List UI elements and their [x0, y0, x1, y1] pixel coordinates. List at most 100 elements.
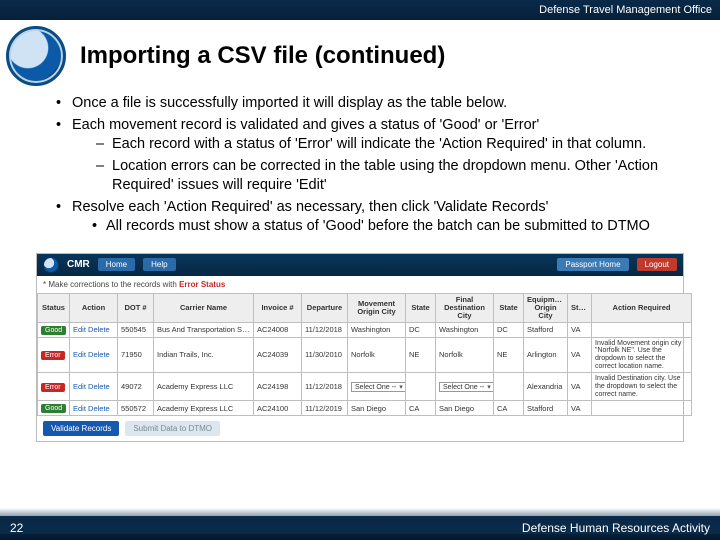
- cell-moc: Norfolk: [348, 337, 406, 373]
- footer-org: Defense Human Resources Activity: [522, 521, 710, 535]
- status-badge: Good: [41, 404, 66, 413]
- cell-action: Edit Delete: [70, 373, 118, 401]
- cell-dot: 550572: [118, 401, 154, 416]
- cell-status: Error: [38, 373, 70, 401]
- bullet-content: Once a file is successfully imported it …: [0, 94, 720, 247]
- cell-action: Edit Delete: [70, 401, 118, 416]
- cell-carrier: Academy Express LLC: [154, 373, 254, 401]
- col-carrier: Carrier Name: [154, 293, 254, 322]
- cell-invoice: AC24100: [254, 401, 302, 416]
- tab-home[interactable]: Home: [98, 258, 135, 271]
- cell-status: Good: [38, 401, 70, 416]
- org-name: Defense Travel Management Office: [539, 4, 712, 16]
- footer-bar: 22 Defense Human Resources Activity: [0, 516, 720, 540]
- bullet-sub-sub-item: All records must show a status of 'Good'…: [92, 217, 684, 237]
- embedded-screenshot: CMR Home Help Passport Home Logout * Mak…: [36, 253, 684, 442]
- delete-link[interactable]: Delete: [88, 382, 110, 391]
- cell-action: Edit Delete: [70, 337, 118, 373]
- edit-link[interactable]: Edit: [73, 325, 86, 334]
- cell-invoice: AC24198: [254, 373, 302, 401]
- cell-fds: NE: [494, 337, 524, 373]
- cell-action-required: [592, 401, 692, 416]
- submit-to-dtmo-button: Submit Data to DTMO: [125, 421, 220, 436]
- correction-note: * Make corrections to the records with E…: [37, 276, 683, 293]
- title-row: Importing a CSV file (continued): [0, 20, 720, 94]
- records-table: StatusActionDOT #Carrier NameInvoice #De…: [37, 293, 692, 416]
- page-title: Importing a CSV file (continued): [80, 42, 445, 70]
- bullet-sub-item: Location errors can be corrected in the …: [96, 157, 684, 196]
- cell-departure: 11/12/2019: [302, 401, 348, 416]
- cell-fdc: San Diego: [436, 401, 494, 416]
- cell-status: Good: [38, 322, 70, 337]
- table-row: ErrorEdit Delete49072Academy Express LLC…: [38, 373, 692, 401]
- status-badge: Error: [41, 383, 65, 392]
- cell-eoc: Stafford: [524, 401, 568, 416]
- col-eos: State: [568, 293, 592, 322]
- col-status: Status: [38, 293, 70, 322]
- cell-action: Edit Delete: [70, 322, 118, 337]
- bullet-item: Each movement record is validated and gi…: [56, 116, 684, 196]
- cell-invoice: AC24008: [254, 322, 302, 337]
- cell-carrier: Indian Trails, Inc.: [154, 337, 254, 373]
- col-eoc: Equipment Origin City: [524, 293, 568, 322]
- bullet-sub-item: Each record with a status of 'Error' wil…: [96, 135, 684, 155]
- cell-dot: 550545: [118, 322, 154, 337]
- origin-city-select[interactable]: Select One --: [351, 382, 406, 392]
- dod-seal-icon: [6, 26, 66, 86]
- dest-city-select[interactable]: Select One --: [439, 382, 494, 392]
- cell-fdc: Select One --: [436, 373, 494, 401]
- bullet-item: Resolve each 'Action Required' as necess…: [56, 198, 684, 237]
- cell-eos: VA: [568, 373, 592, 401]
- cell-departure: 11/12/2018: [302, 373, 348, 401]
- edit-link[interactable]: Edit: [73, 350, 86, 359]
- cell-invoice: AC24039: [254, 337, 302, 373]
- delete-link[interactable]: Delete: [88, 350, 110, 359]
- cell-moc: Washington: [348, 322, 406, 337]
- col-moc: Movement Origin City: [348, 293, 406, 322]
- dod-seal-icon: [43, 257, 59, 273]
- table-row: GoodEdit Delete550545Bus And Transportat…: [38, 322, 692, 337]
- cell-action-required: [592, 322, 692, 337]
- passport-home-button[interactable]: Passport Home: [557, 258, 628, 271]
- cell-fdc: Norfolk: [436, 337, 494, 373]
- cell-departure: 11/12/2018: [302, 322, 348, 337]
- cell-departure: 11/30/2010: [302, 337, 348, 373]
- app-brand: CMR: [67, 259, 90, 270]
- col-fdc: Final Destination City: [436, 293, 494, 322]
- delete-link[interactable]: Delete: [88, 325, 110, 334]
- col-action: Action: [70, 293, 118, 322]
- edit-link[interactable]: Edit: [73, 404, 86, 413]
- tab-help[interactable]: Help: [143, 258, 175, 271]
- cell-mos: NE: [406, 337, 436, 373]
- delete-link[interactable]: Delete: [88, 404, 110, 413]
- cell-fdc: Washington: [436, 322, 494, 337]
- table-row: ErrorEdit Delete71950Indian Trails, Inc.…: [38, 337, 692, 373]
- cell-fds: [494, 373, 524, 401]
- col-mos: State: [406, 293, 436, 322]
- page-number: 22: [10, 521, 23, 535]
- cell-eos: VA: [568, 322, 592, 337]
- validate-records-button[interactable]: Validate Records: [43, 421, 119, 436]
- cell-carrier: Academy Express LLC: [154, 401, 254, 416]
- col-fds: State: [494, 293, 524, 322]
- edit-link[interactable]: Edit: [73, 382, 86, 391]
- action-buttons: Validate Records Submit Data to DTMO: [37, 416, 683, 441]
- col-inv: Invoice #: [254, 293, 302, 322]
- cell-carrier: Bus And Transportation Services Inc: [154, 322, 254, 337]
- cell-fds: DC: [494, 322, 524, 337]
- logout-button[interactable]: Logout: [637, 258, 677, 271]
- cell-mos: [406, 373, 436, 401]
- col-dot: DOT #: [118, 293, 154, 322]
- app-header: CMR Home Help Passport Home Logout: [37, 254, 683, 276]
- header-bar: Defense Travel Management Office: [0, 0, 720, 20]
- col-dep: Departure: [302, 293, 348, 322]
- cell-mos: DC: [406, 322, 436, 337]
- cell-action-required: Invalid Movement origin city "Norfolk NE…: [592, 337, 692, 373]
- table-row: GoodEdit Delete550572Academy Express LLC…: [38, 401, 692, 416]
- cell-action-required: Invalid Destination city. Use the dropdo…: [592, 373, 692, 401]
- bullet-item: Once a file is successfully imported it …: [56, 94, 684, 114]
- cell-status: Error: [38, 337, 70, 373]
- cell-eos: VA: [568, 401, 592, 416]
- cell-eoc: Arlington: [524, 337, 568, 373]
- cell-eoc: Alexandria: [524, 373, 568, 401]
